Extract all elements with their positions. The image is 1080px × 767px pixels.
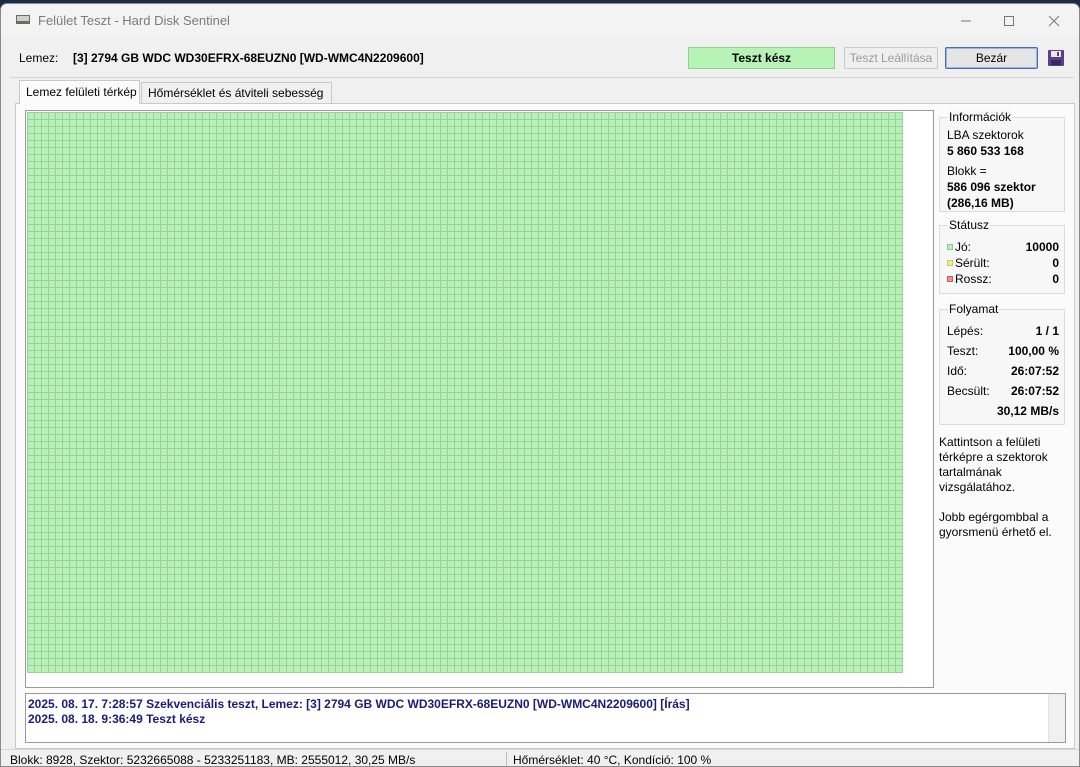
- info-group: Információk LBA szektorok 5 860 533 168 …: [939, 110, 1065, 212]
- disk-value: [3] 2794 GB WDC WD30EFRX-68EUZN0 [WD-WMC…: [73, 51, 424, 65]
- time-value: 26:07:52: [1010, 364, 1059, 378]
- lba-value: 5 860 533 168: [947, 144, 1024, 158]
- surface-map-panel: Információk LBA szektorok 5 860 533 168 …: [15, 103, 1075, 749]
- block-status-text: Blokk: 8928, Szektor: 5232665088 - 52332…: [10, 753, 416, 767]
- disk-label: Lemez:: [19, 51, 59, 65]
- save-icon[interactable]: [1047, 49, 1065, 67]
- help-text-block: Kattintson a felületi térképre a szektor…: [939, 435, 1069, 540]
- close-icon: [1048, 15, 1060, 26]
- status-bar: Blokk: 8928, Szektor: 5232665088 - 52332…: [1, 749, 1079, 767]
- test-status-indicator: Teszt kész: [688, 47, 835, 69]
- log-list[interactable]: 2025. 08. 17. 7:28:57 Szekvenciális tesz…: [25, 693, 1066, 743]
- good-value: 10000: [1025, 240, 1059, 254]
- help-line: vizsgálatához.: [939, 480, 1016, 494]
- app-window: Felület Teszt - Hard Disk Sentinel Lemez…: [0, 3, 1080, 767]
- stop-test-button[interactable]: Teszt Leállítása: [844, 47, 938, 69]
- block-size: (286,16 MB): [947, 196, 1014, 210]
- step-value: 1 / 1: [1035, 324, 1059, 338]
- log-entry[interactable]: 2025. 08. 17. 7:28:57 Szekvenciális tesz…: [28, 697, 690, 711]
- help-line: gyorsmenü érhető el.: [939, 525, 1052, 539]
- test-value: 100,00 %: [1008, 344, 1059, 358]
- damaged-value: 0: [1052, 256, 1059, 270]
- status-title: Státusz: [948, 218, 991, 232]
- status-group: Státusz Jó: 10000 Sérült: 0 Rossz: 0: [939, 218, 1065, 294]
- tab-surface-map[interactable]: Lemez felületi térkép: [19, 80, 140, 104]
- close-window-button[interactable]: [1031, 4, 1077, 37]
- damaged-swatch-icon: [947, 260, 953, 266]
- speed-value: 30,12 MB/s: [996, 404, 1059, 418]
- log-scrollbar[interactable]: [1048, 694, 1065, 742]
- step-label: Lépés:: [947, 324, 984, 338]
- title-bar: Felület Teszt - Hard Disk Sentinel: [1, 4, 1079, 37]
- good-label: Jó:: [955, 240, 972, 254]
- maximize-icon: [1004, 15, 1014, 26]
- tab-temperature-speed[interactable]: Hőmérséklet és átviteli sebesség: [141, 82, 332, 104]
- minimize-button[interactable]: [943, 4, 989, 37]
- block-label: Blokk =: [947, 164, 987, 178]
- help-line: Jobb egérgombbal a: [939, 510, 1049, 524]
- test-label: Teszt:: [947, 344, 979, 358]
- estimate-label: Becsült:: [947, 384, 990, 398]
- status-divider: [506, 752, 507, 766]
- minimize-icon: [961, 20, 971, 21]
- log-entry[interactable]: 2025. 08. 18. 9:36:49 Teszt kész: [28, 712, 205, 726]
- surface-map-frame[interactable]: [25, 110, 934, 688]
- help-line: Kattintson a felületi: [939, 435, 1041, 449]
- window-title: Felület Teszt - Hard Disk Sentinel: [38, 13, 230, 28]
- estimate-value: 26:07:52: [1010, 384, 1059, 398]
- bad-value: 0: [1052, 272, 1059, 286]
- good-swatch-icon: [947, 244, 953, 250]
- toolbar: Lemez: [3] 2794 GB WDC WD30EFRX-68EUZN0 …: [1, 42, 1079, 74]
- temperature-status-text: Hőmérséklet: 40 °C, Kondíció: 100 %: [513, 753, 712, 767]
- bad-label: Rossz:: [955, 272, 992, 286]
- progress-group: Folyamat Lépés: 1 / 1 Teszt: 100,00 % Id…: [939, 302, 1065, 425]
- help-line: tartalmának: [939, 465, 1002, 479]
- surface-map-grid[interactable]: [27, 112, 903, 673]
- toolbar-divider: [10, 77, 1074, 78]
- maximize-button[interactable]: [986, 4, 1032, 37]
- app-icon: [16, 15, 30, 24]
- help-line: térképre a szektorok: [939, 450, 1048, 464]
- damaged-label: Sérült:: [955, 256, 990, 270]
- info-title: Információk: [948, 110, 1013, 124]
- block-sectors: 586 096 szektor: [947, 180, 1036, 194]
- time-label: Idő:: [947, 364, 968, 378]
- bad-swatch-icon: [947, 276, 953, 282]
- close-button[interactable]: Bezár: [945, 47, 1038, 69]
- progress-title: Folyamat: [948, 302, 1000, 316]
- lba-label: LBA szektorok: [947, 128, 1024, 142]
